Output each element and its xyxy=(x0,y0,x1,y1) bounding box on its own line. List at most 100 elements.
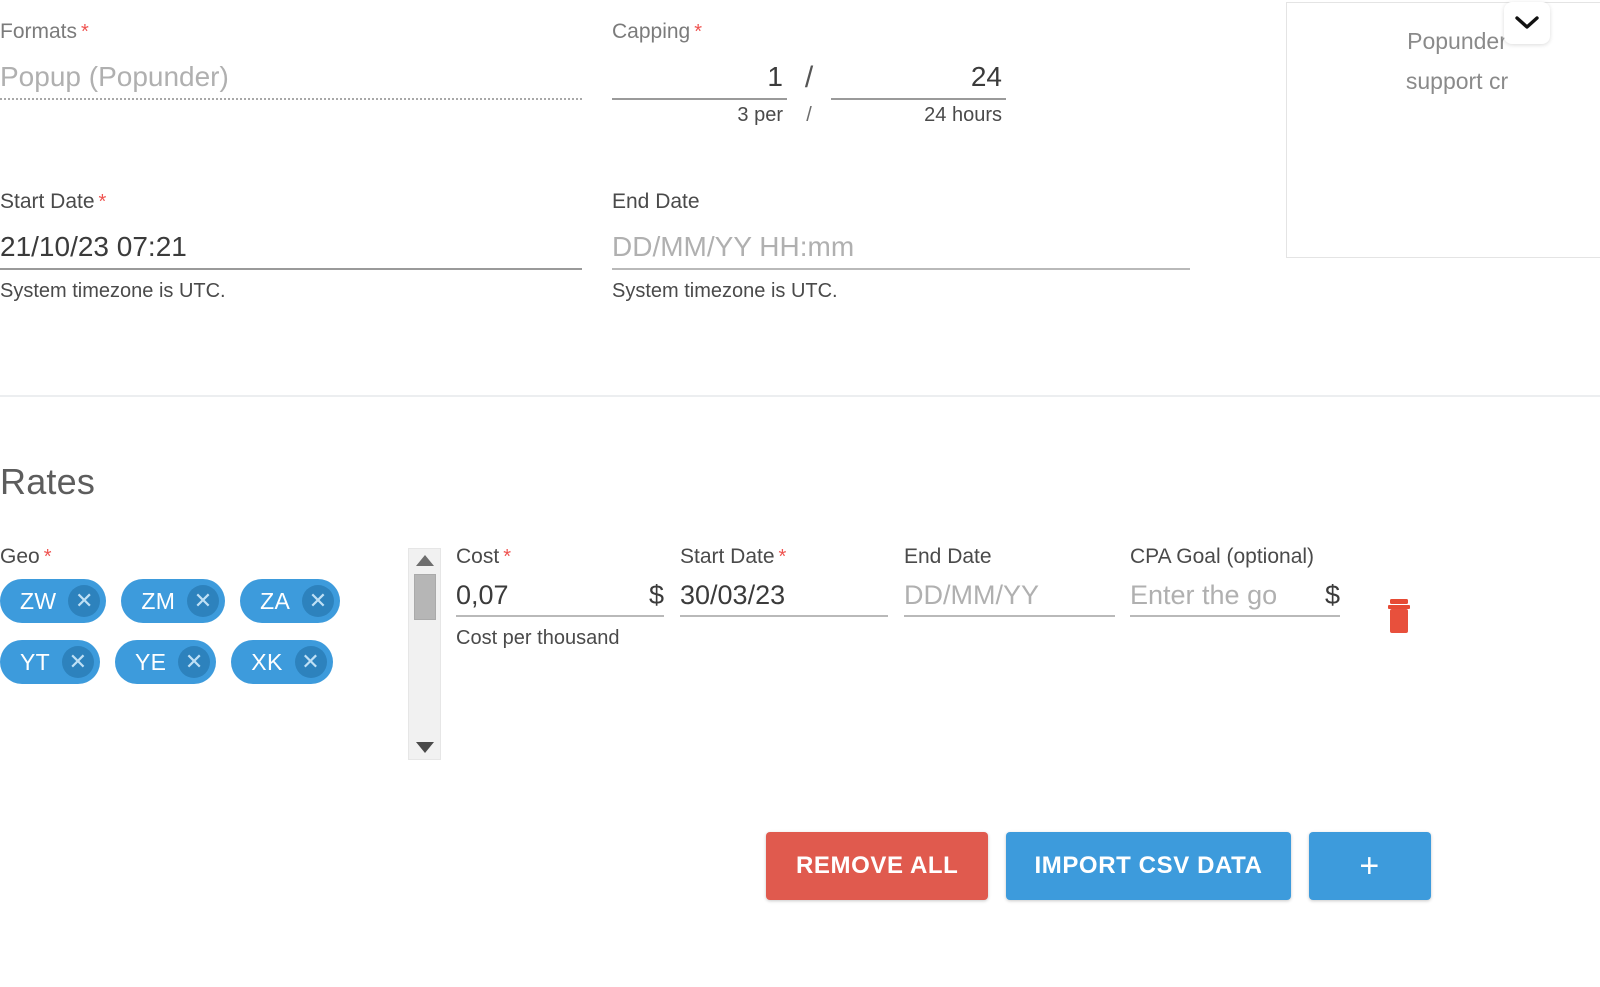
geo-chip[interactable]: ZW ✕ xyxy=(0,579,107,623)
rates-action-buttons: REMOVE ALL IMPORT CSV DATA + xyxy=(766,832,1431,900)
rate-end-date-label-text: End Date xyxy=(904,545,992,568)
capping-field: Capping * 1 / 24 3 per / 24 hours xyxy=(612,20,1042,127)
cpa-goal-label: CPA Goal (optional) xyxy=(1130,545,1340,569)
delete-rate-button[interactable] xyxy=(1378,592,1420,640)
required-asterisk: * xyxy=(694,21,703,43)
rate-end-date-input-wrap[interactable]: DD/MM/YY xyxy=(904,575,1115,617)
import-csv-data-button[interactable]: IMPORT CSV DATA xyxy=(1006,832,1291,900)
rate-cost-input[interactable]: 0,07 xyxy=(456,575,641,615)
capping-count-hint: 3 per xyxy=(737,104,783,126)
start-date-hint: System timezone is UTC. xyxy=(0,280,226,302)
capping-period-input[interactable]: 24 xyxy=(831,56,1006,98)
close-circle-icon[interactable]: ✕ xyxy=(294,646,327,678)
rate-start-date-field: Start Date * 30/03/23 xyxy=(680,545,888,617)
close-circle-icon[interactable]: ✕ xyxy=(68,585,101,617)
required-asterisk: * xyxy=(98,191,107,213)
rate-cost-field: Cost * 0,07 $ Cost per thousand xyxy=(456,545,664,651)
close-circle-icon[interactable]: ✕ xyxy=(187,585,220,617)
geo-chip-label: YT xyxy=(20,648,50,675)
scrollbar-thumb[interactable] xyxy=(413,574,436,620)
panel-collapse-button[interactable] xyxy=(1504,2,1550,44)
rates-section-title: Rates xyxy=(0,461,96,502)
format-info-line-1: Popunder xyxy=(1407,28,1507,54)
start-date-field: Start Date * 21/10/23 07:21 System timezo… xyxy=(0,190,582,304)
start-date-label-text: Start Date xyxy=(0,190,95,213)
geo-chip[interactable]: ZM ✕ xyxy=(121,579,226,623)
start-date-input[interactable]: 21/10/23 07:21 xyxy=(0,226,582,268)
geo-chip-label: ZA xyxy=(260,587,291,614)
geo-chip[interactable]: XK ✕ xyxy=(231,640,333,684)
formats-label: Formats * xyxy=(0,20,582,44)
geo-scrollbar[interactable] xyxy=(408,548,441,760)
currency-symbol: $ xyxy=(1324,580,1340,610)
capping-label: Capping * xyxy=(612,20,1042,44)
rate-cost-hint: Cost per thousand xyxy=(456,627,620,649)
section-divider xyxy=(0,395,1600,397)
formats-label-text: Formats xyxy=(0,20,78,43)
geo-label: Geo * xyxy=(0,545,400,569)
caret-down-icon[interactable] xyxy=(415,742,434,753)
required-asterisk: * xyxy=(81,21,89,43)
geo-label-text: Geo xyxy=(0,545,40,568)
end-date-input[interactable]: DD/MM/YY HH:mm xyxy=(612,226,1190,268)
rate-cost-label: Cost * xyxy=(456,545,664,569)
campaign-form-page: Formats * Popup (Popunder) Capping * 1 / 2… xyxy=(0,0,1600,987)
close-circle-icon[interactable]: ✕ xyxy=(178,646,211,678)
start-date-input-wrap[interactable]: 21/10/23 07:21 xyxy=(0,226,582,270)
end-date-label: End Date xyxy=(612,190,1190,214)
capping-inputs-row: 1 / 24 xyxy=(612,56,1042,100)
format-info-text: Popunder support cr xyxy=(1307,21,1600,101)
rate-end-date-input[interactable]: DD/MM/YY xyxy=(904,575,1115,615)
capping-label-text: Capping xyxy=(612,20,691,43)
end-date-field: End Date DD/MM/YY HH:mm System timezone … xyxy=(612,190,1190,304)
formats-input[interactable]: Popup (Popunder) xyxy=(0,56,582,98)
remove-all-button[interactable]: REMOVE ALL xyxy=(766,832,989,900)
capping-period-hint: 24 hours xyxy=(924,104,1002,126)
formats-field: Formats * Popup (Popunder) xyxy=(0,20,582,100)
capping-period-wrap[interactable]: 24 xyxy=(831,56,1006,100)
geo-chip-label: YE xyxy=(135,648,167,675)
rate-cost-input-wrap[interactable]: 0,07 $ xyxy=(456,575,664,617)
formats-input-wrap[interactable]: Popup (Popunder) xyxy=(0,56,582,100)
capping-count-wrap[interactable]: 1 xyxy=(612,56,787,100)
cpa-goal-input[interactable]: Enter the go xyxy=(1130,575,1317,615)
caret-up-icon[interactable] xyxy=(415,555,434,566)
required-asterisk: * xyxy=(503,546,511,568)
geo-chip-label: ZW xyxy=(20,587,57,614)
end-date-label-text: End Date xyxy=(612,190,700,213)
geo-chip-label: ZM xyxy=(141,587,176,614)
end-date-input-wrap[interactable]: DD/MM/YY HH:mm xyxy=(612,226,1190,270)
rate-end-date-label: End Date xyxy=(904,545,1115,569)
add-rate-button[interactable]: + xyxy=(1308,832,1431,900)
cpa-goal-input-wrap[interactable]: Enter the go $ xyxy=(1130,575,1340,617)
start-date-label: Start Date * xyxy=(0,190,582,214)
geo-chip[interactable]: YE ✕ xyxy=(115,640,217,684)
format-info-panel: Popunder support cr xyxy=(1286,2,1600,258)
geo-chip-label: XK xyxy=(251,648,283,675)
rate-end-date-field: End Date DD/MM/YY xyxy=(904,545,1115,617)
rate-start-date-input[interactable]: 30/03/23 xyxy=(680,575,888,615)
required-asterisk: * xyxy=(778,546,787,568)
format-info-line-2: support cr xyxy=(1405,68,1509,94)
rate-start-date-label: Start Date * xyxy=(680,545,888,569)
capping-separator: / xyxy=(804,61,814,94)
rate-start-date-label-text: Start Date xyxy=(680,545,775,568)
rate-start-date-input-wrap[interactable]: 30/03/23 xyxy=(680,575,888,617)
close-circle-icon[interactable]: ✕ xyxy=(62,646,94,678)
cpa-goal-label-text: CPA Goal (optional) xyxy=(1130,545,1315,568)
geo-field: Geo * ZW ✕ ZM ✕ ZA ✕ YT ✕ YE ✕ XK ✕ xyxy=(0,545,400,701)
capping-hints-row: 3 per / 24 hours xyxy=(612,104,1042,127)
required-asterisk: * xyxy=(43,546,52,568)
capping-count-input[interactable]: 1 xyxy=(612,56,787,98)
geo-chip[interactable]: ZA ✕ xyxy=(240,579,341,623)
geo-chip-list: ZW ✕ ZM ✕ ZA ✕ YT ✕ YE ✕ XK ✕ xyxy=(0,579,400,701)
chevron-down-icon xyxy=(1515,16,1539,29)
currency-symbol: $ xyxy=(648,580,664,610)
capping-hint-separator: / xyxy=(806,104,812,126)
rate-cost-label-text: Cost xyxy=(456,545,500,568)
trash-icon xyxy=(1388,599,1410,633)
geo-chip[interactable]: YT ✕ xyxy=(0,640,100,684)
cpa-goal-field: CPA Goal (optional) Enter the go $ xyxy=(1130,545,1340,617)
close-circle-icon[interactable]: ✕ xyxy=(302,585,335,617)
end-date-hint: System timezone is UTC. xyxy=(612,280,838,302)
